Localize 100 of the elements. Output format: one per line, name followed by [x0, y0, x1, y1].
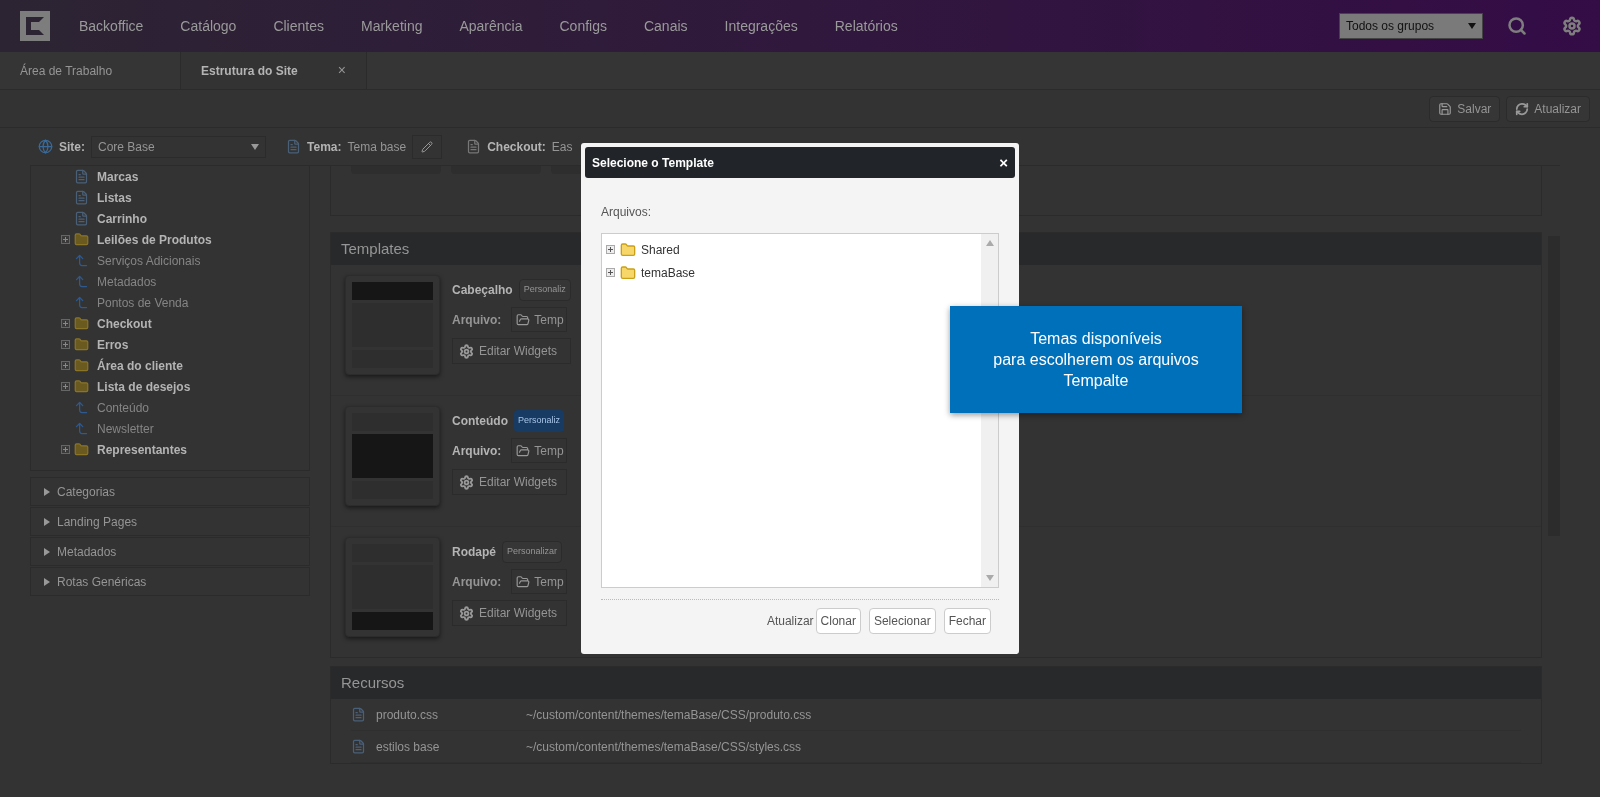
folder-icon: [516, 443, 531, 458]
tree-item[interactable]: Erros: [31, 334, 309, 355]
folder-icon: [74, 358, 89, 373]
tree-item[interactable]: Área do cliente: [31, 355, 309, 376]
dialog-title: Selecione o Template: [592, 154, 714, 172]
dialog-button[interactable]: Fechar: [943, 608, 991, 634]
folder-icon: [516, 312, 531, 327]
file-label: Arquivo:: [452, 311, 502, 329]
expand-icon[interactable]: [61, 235, 70, 244]
folder-item[interactable]: Shared: [606, 238, 981, 261]
caret-icon: [251, 142, 259, 151]
caret-icon: [43, 577, 51, 586]
tab[interactable]: Estrutura do Site ×: [180, 52, 367, 89]
folder-icon: [620, 264, 636, 281]
close-button[interactable]: ×: [999, 155, 1008, 170]
nav-link[interactable]: Relatórios: [834, 15, 898, 37]
accordion-header[interactable]: Metadados: [30, 537, 310, 566]
refresh-link[interactable]: Atualizar: [766, 612, 814, 630]
refresh-button[interactable]: Atualizar: [1506, 95, 1590, 122]
logo-icon[interactable]: [20, 11, 50, 41]
scroll-up-icon[interactable]: [985, 240, 994, 246]
edit-widgets-button[interactable]: Editar Widgets: [452, 469, 568, 495]
refresh-icon: [1515, 101, 1530, 116]
save-icon: [1438, 101, 1453, 116]
dialog-button[interactable]: Selecionar: [868, 608, 936, 634]
file-field[interactable]: Temp: [511, 569, 568, 594]
panel-header: Recursos: [331, 667, 1541, 699]
file-icon: [351, 739, 366, 754]
tree-item[interactable]: Carrinho: [31, 208, 309, 229]
resource-name: produto.css: [376, 706, 440, 724]
save-button[interactable]: Salvar: [1429, 95, 1501, 122]
nav-link[interactable]: Clientes: [273, 15, 324, 37]
tree-item[interactable]: Leilões de Produtos: [31, 229, 309, 250]
expand-icon[interactable]: [606, 268, 615, 277]
tree-item[interactable]: Lista de desejos: [31, 376, 309, 397]
resource-name: estilos base: [376, 738, 441, 756]
route-icon: [74, 421, 89, 436]
expand-icon[interactable]: [61, 445, 70, 454]
expand-icon[interactable]: [61, 361, 70, 370]
files-label: Arquivos:: [601, 204, 653, 221]
tree-item[interactable]: Marcas: [31, 166, 309, 187]
folder-icon: [74, 379, 89, 394]
caret-icon: [1468, 22, 1476, 30]
page-icon: [74, 211, 89, 226]
template-name: Rodapé: [452, 544, 496, 561]
group-select[interactable]: Todos os grupos: [1339, 13, 1483, 39]
nav-link[interactable]: Canais: [643, 15, 688, 37]
resource-path: ~/custom/content/themes/temaBase/CSS/produto.css: [526, 706, 812, 724]
customize-button[interactable]: Personaliz: [518, 279, 571, 301]
pencil-icon: [421, 140, 434, 153]
tree-item[interactable]: Representantes: [31, 439, 309, 460]
folder-icon: [74, 316, 89, 331]
tab[interactable]: Área de Trabalho: [0, 52, 180, 89]
template-name: Conteúdo: [452, 413, 508, 430]
search-icon[interactable]: [1507, 16, 1527, 36]
expand-icon[interactable]: [606, 245, 615, 254]
settings-icon[interactable]: [1562, 16, 1582, 36]
folder-icon: [74, 337, 89, 352]
accordion-header[interactable]: Categorias: [30, 477, 310, 506]
page-icon: [74, 190, 89, 205]
file-label: Arquivo:: [452, 573, 502, 591]
checkout-value: Eas: [551, 138, 573, 156]
edit-theme-button[interactable]: [412, 134, 443, 159]
file-field[interactable]: Temp: [511, 438, 568, 463]
expand-icon[interactable]: [61, 319, 70, 328]
route-icon: [74, 400, 89, 415]
route-icon: [74, 274, 89, 289]
nav-link[interactable]: Backoffice: [79, 15, 144, 37]
gear-icon: [459, 343, 474, 359]
customize-button[interactable]: Personalizar: [502, 541, 563, 563]
customize-button[interactable]: Personaliz: [514, 410, 565, 432]
folder-icon: [74, 442, 89, 457]
file-field[interactable]: Temp: [511, 307, 568, 332]
dialog-button[interactable]: Clonar: [815, 608, 861, 634]
theme-value: Tema base: [347, 138, 407, 156]
file-icon: [351, 707, 366, 722]
tree-item[interactable]: Listas: [31, 187, 309, 208]
expand-icon[interactable]: [61, 340, 70, 349]
scroll-down-icon[interactable]: [985, 575, 994, 581]
edit-widgets-button[interactable]: Editar Widgets: [452, 338, 571, 364]
caret-icon: [43, 487, 51, 496]
edit-widgets-button[interactable]: Editar Widgets: [452, 600, 568, 626]
nav-link[interactable]: Marketing: [361, 15, 423, 37]
tree-item[interactable]: Checkout: [31, 313, 309, 334]
folder-icon: [516, 574, 531, 589]
close-icon[interactable]: ×: [337, 60, 346, 81]
nav-link[interactable]: Configs: [559, 15, 607, 37]
accordion-header[interactable]: Landing Pages: [30, 507, 310, 536]
caret-icon: [43, 517, 51, 526]
nav-link[interactable]: Integrações: [724, 15, 798, 37]
page-icon: [74, 169, 89, 184]
file-label: Arquivo:: [452, 442, 502, 460]
accordion-header[interactable]: Rotas Genéricas: [30, 567, 310, 596]
checkout-label: Checkout:: [487, 138, 546, 156]
expand-icon[interactable]: [61, 382, 70, 391]
site-select[interactable]: Core Base: [91, 135, 266, 158]
theme-label: Tema:: [307, 138, 342, 156]
nav-link[interactable]: Aparência: [459, 15, 523, 37]
site-label: Site:: [59, 138, 85, 156]
nav-link[interactable]: Catálogo: [180, 15, 237, 37]
